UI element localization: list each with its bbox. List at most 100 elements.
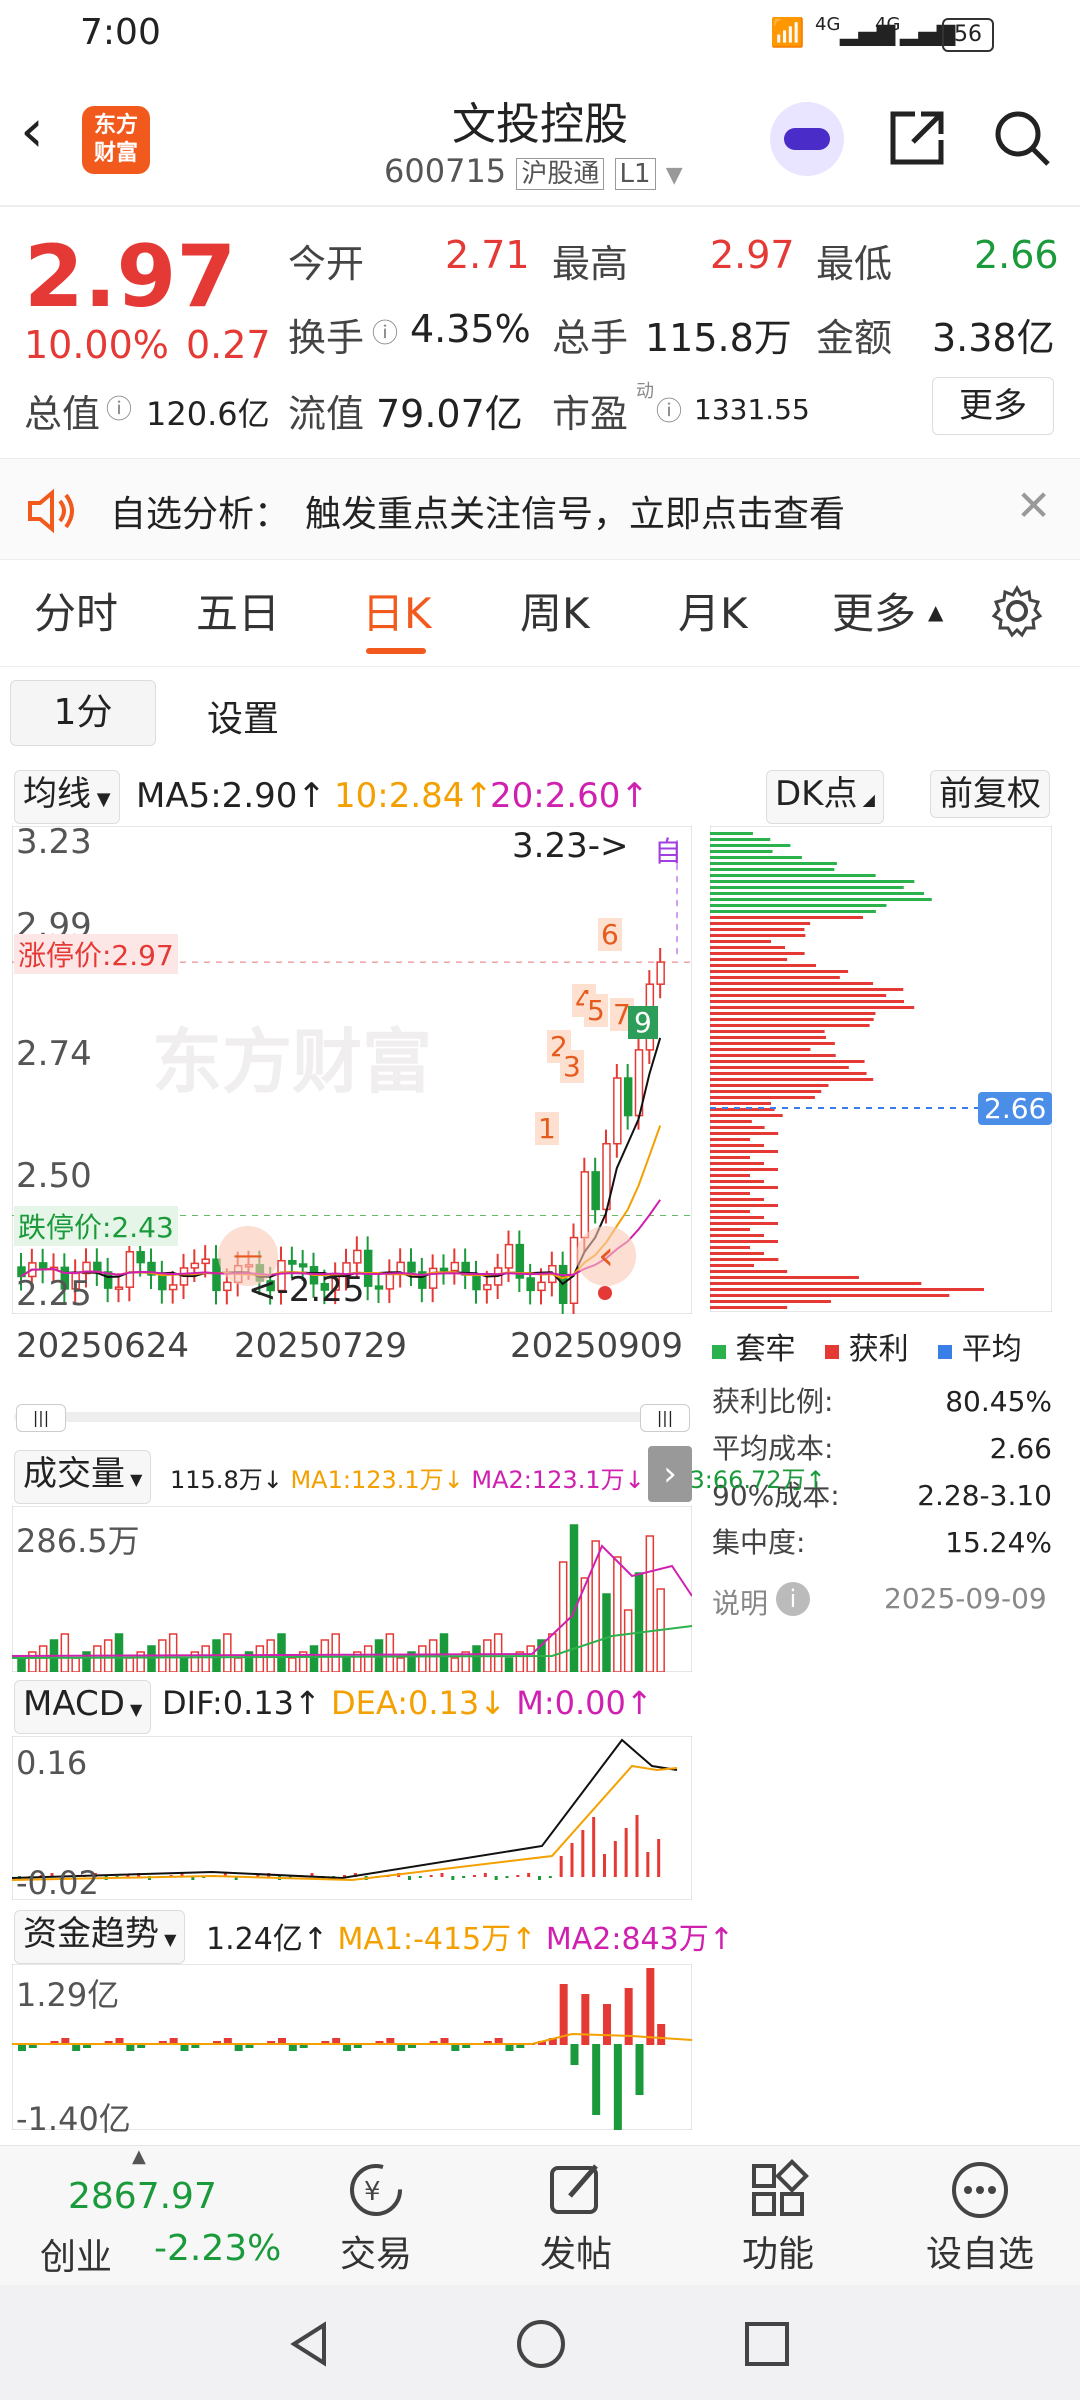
chip-note-link[interactable]: 说明 bbox=[712, 1582, 768, 1622]
candle bbox=[613, 1077, 622, 1145]
info-icon[interactable]: i bbox=[776, 1582, 810, 1616]
legend-swatch-avg bbox=[938, 1345, 953, 1359]
fund-bar bbox=[635, 2044, 644, 2095]
analysis-banner[interactable]: 自选分析： 触发重点关注信号，立即点击查看 ✕ bbox=[0, 458, 1080, 560]
chip-bar bbox=[710, 1186, 778, 1189]
info-icon[interactable]: ⓘ bbox=[106, 389, 132, 426]
signal-badge[interactable]: 9 bbox=[628, 1006, 658, 1039]
chart-scrollbar[interactable] bbox=[14, 1412, 690, 1422]
chip-bar bbox=[710, 1084, 829, 1087]
nav-trade[interactable]: ¥ 交易 bbox=[316, 2146, 436, 2277]
tab-weekly-k[interactable]: 周K bbox=[520, 580, 590, 641]
back-triangle-icon[interactable] bbox=[284, 2319, 334, 2369]
fund-bar bbox=[592, 2044, 601, 2115]
chip-bar bbox=[710, 856, 802, 859]
scroll-handle-left[interactable]: ||| bbox=[16, 1404, 66, 1432]
tab-intraday[interactable]: 分时 bbox=[34, 580, 118, 641]
info-icon[interactable]: ⓘ bbox=[372, 313, 398, 350]
candle bbox=[580, 1171, 590, 1239]
signal-badge[interactable]: 5 bbox=[584, 994, 608, 1027]
candle bbox=[114, 1286, 124, 1290]
chip-bar bbox=[710, 952, 805, 955]
chip-bar bbox=[710, 1174, 750, 1177]
legend-profit: 获利 bbox=[848, 1332, 909, 1367]
share-icon[interactable] bbox=[885, 106, 949, 170]
settings-icon[interactable] bbox=[990, 584, 1044, 638]
nav-post[interactable]: 发帖 bbox=[516, 2146, 636, 2277]
fund-bar bbox=[603, 2004, 611, 2045]
search-icon[interactable] bbox=[990, 106, 1054, 170]
chevron-right-icon[interactable]: › bbox=[648, 1446, 692, 1502]
volume-label: 总手 bbox=[552, 316, 629, 360]
tab-daily-k[interactable]: 日K bbox=[362, 580, 432, 641]
chip-bar bbox=[710, 1042, 835, 1045]
index-value[interactable]: 2867.97 bbox=[68, 2176, 217, 2217]
chip-bar bbox=[710, 1144, 765, 1147]
signal-badge[interactable]: 6 bbox=[598, 918, 622, 951]
candle bbox=[223, 1281, 232, 1292]
chip-bar bbox=[710, 1222, 778, 1225]
interval-1min-button[interactable]: 1分 bbox=[10, 680, 156, 746]
macd-axis-max: 0.16 bbox=[16, 1744, 88, 1782]
volume-bar bbox=[634, 1572, 644, 1672]
limit-up-label: 涨停价:2.97 bbox=[14, 934, 178, 974]
chip-bar bbox=[710, 904, 887, 907]
fund-bar bbox=[451, 2044, 460, 2051]
macd-bar bbox=[473, 1875, 476, 1877]
fund-bar bbox=[126, 2044, 135, 2051]
signal-badge[interactable]: 3 bbox=[560, 1050, 584, 1083]
indicator-select[interactable]: 均线 ▼ bbox=[14, 770, 120, 824]
nav-functions[interactable]: 功能 bbox=[718, 2146, 838, 2277]
change-percent: 10.00% bbox=[24, 323, 169, 367]
ai-assistant-icon[interactable] bbox=[770, 102, 844, 176]
dk-point-select[interactable]: DK点 ◢ bbox=[766, 770, 884, 824]
info-icon[interactable]: ⓘ bbox=[656, 391, 682, 428]
chip-bar bbox=[710, 1102, 772, 1105]
scroll-left-button[interactable]: — bbox=[218, 1226, 278, 1286]
chip-distribution-chart[interactable] bbox=[710, 826, 1052, 1312]
chip-bar bbox=[710, 916, 863, 919]
volume-bar bbox=[147, 1645, 156, 1672]
settings-link[interactable]: 设置 bbox=[207, 690, 279, 742]
volume-axis-max: 286.5万 bbox=[16, 1522, 140, 1560]
candle bbox=[591, 1171, 600, 1211]
more-dots-icon bbox=[952, 2162, 1008, 2218]
signal-badge[interactable]: 1 bbox=[535, 1112, 559, 1145]
nav-add-watchlist[interactable]: 设自选 bbox=[920, 2146, 1040, 2277]
adjust-select[interactable]: 前复权 bbox=[930, 770, 1050, 818]
volume-bar bbox=[288, 1657, 297, 1672]
scroll-right-button[interactable]: ‹ bbox=[576, 1226, 636, 1286]
volume-bar bbox=[331, 1633, 340, 1672]
avg-cost-marker: 2.66 bbox=[978, 1092, 1053, 1125]
chip-bar bbox=[710, 1072, 867, 1075]
macd-chart[interactable] bbox=[12, 1736, 692, 1900]
recent-apps-icon[interactable] bbox=[742, 2319, 792, 2369]
tab-five-day[interactable]: 五日 bbox=[196, 580, 280, 641]
amount-label: 金额 bbox=[816, 316, 893, 360]
tab-more[interactable]: 更多 bbox=[832, 580, 916, 641]
home-circle-icon[interactable] bbox=[514, 2317, 568, 2371]
candle bbox=[353, 1249, 362, 1264]
scroll-handle-right[interactable]: ||| bbox=[640, 1404, 690, 1432]
chip-bar bbox=[710, 976, 840, 979]
index-name[interactable]: 创业 bbox=[40, 2228, 112, 2280]
index-change[interactable]: -2.23% bbox=[154, 2228, 281, 2269]
chip-bar bbox=[710, 922, 811, 925]
fund-indicator-select[interactable]: 资金趋势 ▼ bbox=[14, 1910, 186, 1964]
status-time: 7:00 bbox=[80, 12, 161, 53]
chip-bar bbox=[710, 898, 932, 901]
volume-indicator-select[interactable]: 成交量 ▼ bbox=[14, 1450, 152, 1504]
chip-bar bbox=[710, 1108, 775, 1111]
chip-bar bbox=[710, 862, 837, 865]
low-label: 最低 bbox=[816, 242, 893, 286]
chip-bar bbox=[710, 1030, 825, 1033]
close-icon[interactable]: ✕ bbox=[1016, 481, 1051, 530]
tab-monthly-k[interactable]: 月K bbox=[678, 580, 748, 641]
price-axis-3: 2.74 bbox=[16, 1034, 92, 1074]
volume-ma2: MA2:123.1万↓ bbox=[471, 1466, 645, 1494]
fund-ma2: MA2:843万↑ bbox=[545, 1922, 734, 1957]
macd-indicator-select[interactable]: MACD ▼ bbox=[14, 1680, 152, 1734]
more-button[interactable]: 更多 bbox=[932, 377, 1054, 435]
stock-code-row[interactable]: 600715 沪股通 L1 ▼ bbox=[384, 152, 683, 190]
fund-bar bbox=[72, 2044, 81, 2051]
